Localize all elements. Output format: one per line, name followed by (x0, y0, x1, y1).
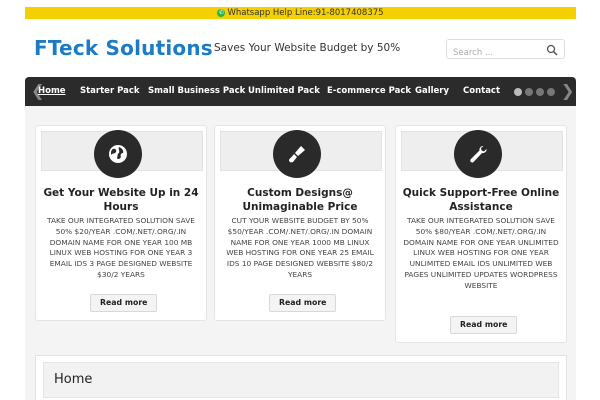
slider-next-arrow[interactable]: ❯ (561, 81, 574, 100)
main-nav: ❮ Home Starter Pack Small Business Pack … (25, 77, 576, 106)
site-tagline: Saves Your Website Budget by 50% (214, 42, 401, 54)
search-icon[interactable] (546, 44, 558, 56)
page-title: Home (54, 372, 93, 387)
card-title: Get Your Website Up in 24 Hours (43, 187, 199, 213)
read-more-button[interactable]: Read more (90, 294, 158, 312)
paint-brush-icon (273, 130, 321, 178)
search-box (446, 39, 565, 62)
read-more-button[interactable]: Read more (450, 316, 518, 334)
slider-dot[interactable] (536, 88, 544, 96)
wrench-icon (454, 130, 502, 178)
globe-icon (94, 130, 142, 178)
feature-card: Get Your Website Up in 24 Hours TAKE OUR… (35, 125, 207, 321)
card-description: TAKE OUR INTEGRATED SOLUTION SAVE 50% $8… (403, 216, 559, 290)
nav-item-gallery[interactable]: Gallery (415, 86, 449, 96)
card-title: Custom Designs@ Unimaginable Price (242, 187, 358, 213)
slider-dot[interactable] (525, 88, 533, 96)
feature-card: Custom Designs@ Unimaginable Price CUT Y… (214, 125, 386, 321)
slider-dots (514, 88, 555, 96)
site-logo[interactable]: FTeck Solutions (34, 36, 213, 60)
slider-dot[interactable] (547, 88, 555, 96)
page-title-box: Home (35, 355, 567, 400)
card-title: Quick Support-Free Online Assistance (402, 187, 560, 213)
nav-item-small-business-pack[interactable]: Small Business Pack (148, 86, 245, 96)
nav-item-starter-pack[interactable]: Starter Pack (80, 86, 140, 96)
whatsapp-icon: ✆ (217, 9, 226, 17)
card-description: TAKE OUR INTEGRATED SOLUTION SAVE 50% $2… (47, 216, 195, 279)
card-description: CUT YOUR WEBSITE BUDGET BY 50% $50/YEAR … (226, 216, 374, 279)
nav-item-ecommerce-pack[interactable]: E-commerce Pack (327, 86, 411, 96)
slider-dot[interactable] (514, 88, 522, 96)
nav-item-home[interactable]: Home (38, 86, 66, 96)
feature-card: Quick Support-Free Online Assistance TAK… (395, 125, 567, 343)
whatsapp-helpline-bar: ✆ Whatsapp Help Line:91-8017408375 (25, 7, 576, 19)
page-title-bar: Home (43, 362, 559, 398)
site-header: FTeck Solutions Saves Your Website Budge… (0, 20, 600, 76)
nav-item-contact[interactable]: Contact (463, 86, 500, 96)
search-input[interactable] (447, 44, 542, 62)
read-more-button[interactable]: Read more (269, 294, 337, 312)
nav-item-unlimited-pack[interactable]: Unlimited Pack (248, 86, 320, 96)
helpline-text: Whatsapp Help Line:91-8017408375 (227, 8, 384, 18)
